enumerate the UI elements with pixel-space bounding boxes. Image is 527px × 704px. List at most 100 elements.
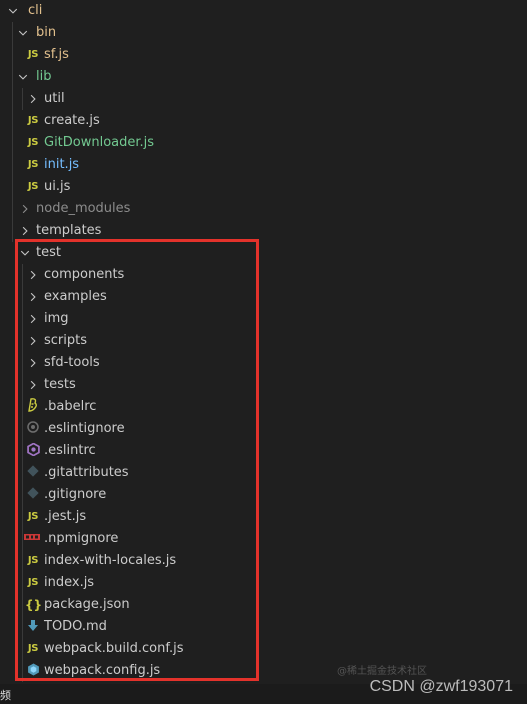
file-label: .eslintrc: [44, 443, 96, 458]
file-label: .babelrc: [44, 399, 97, 414]
file-label: sf.js: [44, 47, 69, 62]
file-sf-js[interactable]: JS sf.js: [0, 44, 527, 66]
folder-templates[interactable]: templates: [0, 220, 527, 242]
folder-bin[interactable]: bin: [0, 22, 527, 44]
git-icon: [25, 462, 41, 484]
file-index-js[interactable]: JS index.js: [0, 572, 527, 594]
indent-guide: [22, 594, 23, 616]
chevron-right-icon[interactable]: [27, 264, 39, 286]
file-eslintignore[interactable]: .eslintignore: [0, 418, 527, 440]
file-label: GitDownloader.js: [44, 135, 155, 150]
file-gitignore[interactable]: .gitignore: [0, 484, 527, 506]
folder-sfd-tools[interactable]: sfd-tools: [0, 352, 527, 374]
file-label: .npmignore: [44, 531, 119, 546]
indent-guide: [22, 440, 23, 462]
chevron-right-icon[interactable]: [27, 374, 39, 396]
js-icon: JS: [27, 159, 39, 170]
file-gitdownloader-js[interactable]: JS GitDownloader.js: [0, 132, 527, 154]
indent-guide: [22, 550, 23, 572]
indent-guide: [22, 572, 23, 594]
chevron-right-icon[interactable]: [27, 330, 39, 352]
folder-img[interactable]: img: [0, 308, 527, 330]
file-eslintrc[interactable]: .eslintrc: [0, 440, 527, 462]
chevron-down-icon[interactable]: [17, 66, 29, 88]
file-webpack-build-conf-js[interactable]: JS webpack.build.conf.js: [0, 638, 527, 660]
file-package-json[interactable]: {} package.json: [0, 594, 527, 616]
folder-scripts[interactable]: scripts: [0, 330, 527, 352]
chevron-down-icon[interactable]: [17, 22, 29, 44]
indent-guide: [22, 462, 23, 484]
chevron-right-icon[interactable]: [27, 352, 39, 374]
folder-util[interactable]: util: [0, 88, 527, 110]
indent-guide: [22, 330, 23, 352]
indent-guide: [22, 286, 23, 308]
folder-test[interactable]: test: [0, 242, 527, 264]
folder-components[interactable]: components: [0, 264, 527, 286]
folder-label: sfd-tools: [44, 355, 100, 370]
json-icon: {}: [25, 598, 43, 612]
file-label: webpack.build.conf.js: [44, 641, 184, 656]
file-label: .gitignore: [44, 487, 107, 502]
file-init-js[interactable]: JS init.js: [0, 154, 527, 176]
indent-guide: [22, 484, 23, 506]
chevron-down-icon[interactable]: [19, 242, 31, 264]
indent-guide: [12, 88, 13, 110]
folder-label: test: [36, 245, 61, 260]
file-ui-js[interactable]: JS ui.js: [0, 176, 527, 198]
file-label: TODO.md: [44, 619, 107, 634]
indent-guide: [22, 396, 23, 418]
folder-node-modules[interactable]: node_modules: [0, 198, 527, 220]
watermark: CSDN @zwf193071: [369, 678, 513, 695]
indent-guide: [22, 506, 23, 528]
file-npmignore[interactable]: .npmignore: [0, 528, 527, 550]
file-label: ui.js: [44, 179, 71, 194]
bottom-glyph: 频: [0, 689, 11, 702]
chevron-right-icon[interactable]: [19, 220, 31, 242]
chevron-right-icon[interactable]: [27, 286, 39, 308]
file-todo-md[interactable]: TODO.md: [0, 616, 527, 638]
indent-guide: [22, 88, 23, 110]
js-icon: JS: [27, 137, 39, 148]
folder-label: templates: [36, 223, 102, 238]
chevron-down-icon[interactable]: [7, 0, 19, 22]
file-index-with-locales-js[interactable]: JS index-with-locales.js: [0, 550, 527, 572]
indent-guide: [22, 660, 23, 682]
npm-icon: [24, 528, 40, 550]
file-jest-js[interactable]: JS .jest.js: [0, 506, 527, 528]
file-create-js[interactable]: JS create.js: [0, 110, 527, 132]
folder-label: bin: [36, 25, 57, 40]
indent-guide: [12, 154, 13, 176]
webpack-icon: [25, 660, 41, 682]
folder-lib[interactable]: lib: [0, 66, 527, 88]
file-babelrc[interactable]: .babelrc: [0, 396, 527, 418]
file-label: create.js: [44, 113, 100, 128]
file-explorer: cli bin JS sf.js lib util JS create.js J…: [0, 0, 527, 704]
folder-tests[interactable]: tests: [0, 374, 527, 396]
chevron-right-icon[interactable]: [19, 198, 31, 220]
indent-guide: [12, 44, 13, 66]
indent-guide: [22, 374, 23, 396]
indent-guide: [22, 308, 23, 330]
file-gitattributes[interactable]: .gitattributes: [0, 462, 527, 484]
chevron-right-icon[interactable]: [27, 308, 39, 330]
folder-cli[interactable]: cli: [0, 0, 527, 22]
file-label: .gitattributes: [44, 465, 129, 480]
folder-examples[interactable]: examples: [0, 286, 527, 308]
folder-label: examples: [44, 289, 107, 304]
js-icon: JS: [27, 115, 39, 126]
markdown-icon: [25, 616, 41, 638]
chevron-right-icon[interactable]: [27, 88, 39, 110]
file-label: index.js: [44, 575, 95, 590]
js-icon: JS: [27, 181, 39, 192]
folder-label: util: [44, 91, 65, 106]
indent-guide: [12, 198, 13, 220]
js-icon: JS: [27, 511, 39, 522]
file-label: index-with-locales.js: [44, 553, 177, 568]
folder-label: lib: [36, 69, 52, 84]
folder-label: components: [44, 267, 125, 282]
indent-guide: [12, 66, 13, 88]
indent-guide: [12, 110, 13, 132]
file-label: package.json: [44, 597, 130, 612]
folder-label: cli: [28, 3, 43, 18]
indent-guide: [22, 528, 23, 550]
